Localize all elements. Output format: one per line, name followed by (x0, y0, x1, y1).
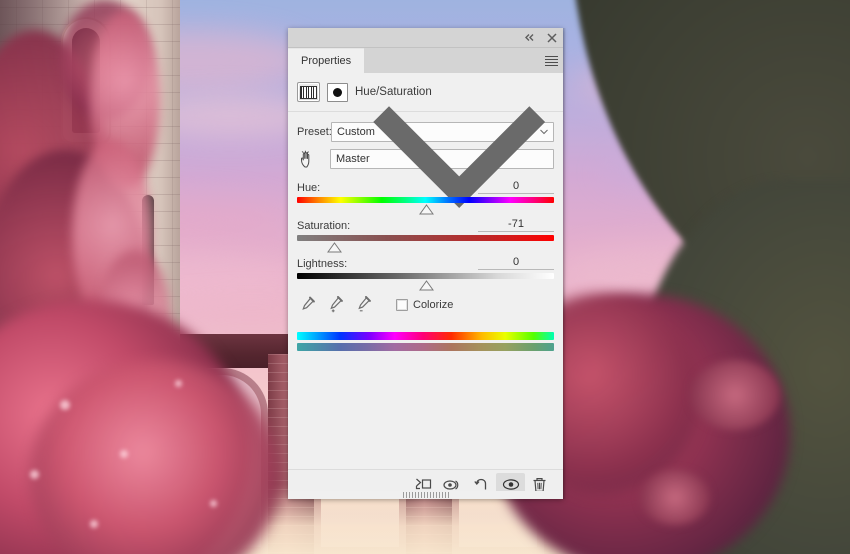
blossom-speck (60, 400, 70, 410)
output-color-spectrum-bar[interactable] (297, 343, 554, 351)
on-image-adjust-hand-icon[interactable] (297, 149, 319, 169)
eyedropper-plus-icon[interactable] (327, 296, 344, 313)
blossom-speck (210, 500, 217, 507)
hamburger-menu-icon (544, 56, 558, 66)
lightness-label: Lightness: (297, 258, 348, 270)
hue-label: Hue: (297, 182, 321, 194)
panel-menu-button[interactable] (539, 48, 563, 73)
saturation-slider-thumb[interactable] (327, 242, 343, 253)
lightness-value-field[interactable]: 0 (478, 256, 554, 270)
hue-slider-track[interactable] (297, 197, 554, 215)
layer-mask-icon[interactable] (327, 82, 348, 102)
channel-range-dropdown[interactable]: Master (330, 106, 554, 209)
close-icon (546, 32, 557, 43)
input-color-spectrum-bar[interactable] (297, 332, 554, 340)
range-row: Master (297, 106, 554, 209)
close-panel-button[interactable] (545, 31, 558, 44)
properties-controls: Preset: Custom Master Hue: 0 Saturation:… (288, 106, 563, 351)
lightness-gradient-bar (297, 273, 554, 279)
eye-mask-icon (443, 479, 459, 490)
hue-slider-thumb[interactable] (418, 204, 434, 215)
saturation-gradient-bar (297, 235, 554, 241)
collapse-panel-button[interactable] (523, 31, 536, 44)
panel-tab-bar: Properties (288, 48, 563, 73)
blossom-speck (175, 380, 182, 387)
eyedropper-icon[interactable] (299, 296, 316, 313)
tab-properties-label: Properties (301, 55, 352, 67)
adjustment-layer-icon[interactable] (297, 82, 320, 102)
colorize-checkbox[interactable] (396, 298, 408, 311)
colorize-label: Colorize (413, 298, 454, 311)
panel-titlebar[interactable] (288, 28, 563, 48)
saturation-slider-header: Saturation: -71 (297, 218, 554, 232)
panel-shadow (563, 28, 566, 499)
tab-bar-filler (364, 48, 539, 73)
eye-icon (502, 479, 519, 490)
lightness-slider-header: Lightness: 0 (297, 256, 554, 270)
clip-to-layer-icon (415, 478, 432, 490)
properties-panel: Properties Hue/Saturation Preset: Custom (288, 28, 566, 499)
double-chevron-left-icon (525, 34, 534, 41)
colorize-control[interactable]: Colorize (396, 298, 454, 311)
lightness-slider-track[interactable] (297, 273, 554, 291)
channel-range-value: Master (336, 153, 370, 165)
lightness-slider-group: Lightness: 0 (297, 256, 554, 291)
saturation-label: Saturation: (297, 220, 351, 232)
preset-label: Preset: (297, 126, 332, 138)
saturation-slider-group: Saturation: -71 (297, 218, 554, 253)
saturation-value-field[interactable]: -71 (478, 218, 554, 232)
tab-properties[interactable]: Properties (288, 48, 365, 73)
blossom-speck (30, 470, 39, 479)
panel-resize-grip[interactable] (288, 491, 563, 499)
eyedropper-minus-icon[interactable] (355, 296, 372, 313)
panel-body: Hue/Saturation Preset: Custom Master Hue… (288, 73, 563, 469)
reset-arrow-icon (473, 478, 486, 490)
hue-gradient-bar (297, 197, 554, 203)
color-range-bars (297, 332, 554, 351)
adjustment-title: Hue/Saturation (355, 86, 432, 98)
eyedropper-row: Colorize (299, 296, 554, 313)
blossom-speck (120, 450, 128, 458)
blossom-speck (90, 520, 98, 528)
lightness-slider-thumb[interactable] (418, 280, 434, 291)
saturation-slider-track[interactable] (297, 235, 554, 253)
pink-foliage-right (690, 360, 780, 430)
pink-foliage-right (640, 470, 710, 525)
